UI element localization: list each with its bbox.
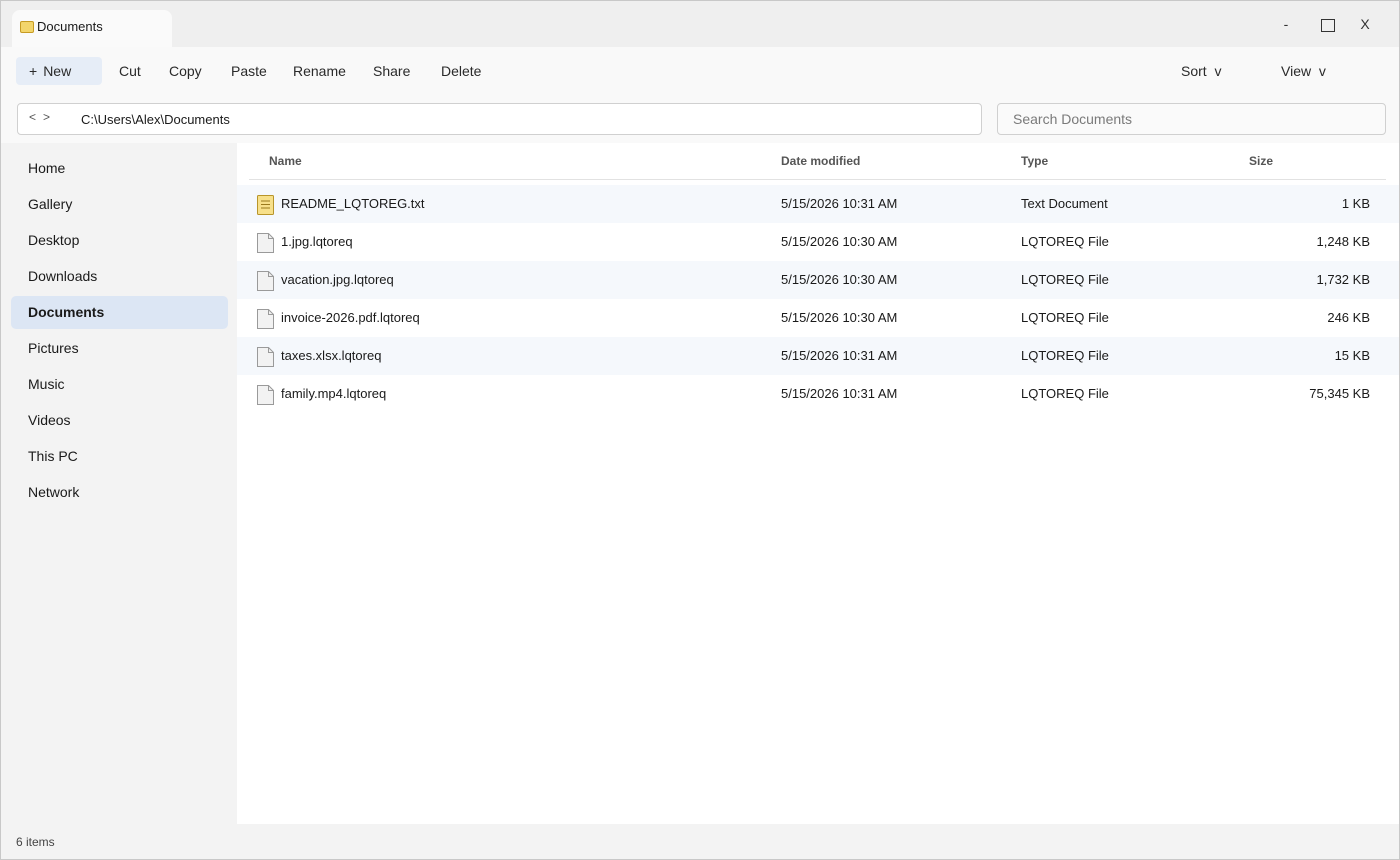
file-row[interactable]: README_LQTOREG.txt 5/15/2026 10:31 AM Te… xyxy=(237,185,1399,223)
address-path[interactable]: C:\Users\Alex\Documents xyxy=(81,112,230,127)
file-list: Name Date modified Type Size README_LQTO… xyxy=(237,143,1399,824)
file-icon xyxy=(257,233,274,253)
sidebar-item-gallery[interactable]: Gallery xyxy=(11,188,228,221)
file-type: LQTOREQ File xyxy=(1021,234,1109,249)
file-date: 5/15/2026 10:30 AM xyxy=(781,234,898,249)
file-size: 1 KB xyxy=(1341,196,1370,211)
header-divider xyxy=(249,179,1386,180)
file-name: invoice-2026.pdf.lqtoreq xyxy=(281,310,420,325)
sidebar-item-network[interactable]: Network xyxy=(11,476,228,509)
folder-icon xyxy=(20,21,34,33)
delete-button[interactable]: Delete xyxy=(437,57,485,85)
file-icon xyxy=(257,347,274,367)
view-dropdown[interactable]: View v xyxy=(1277,57,1330,85)
file-size: 15 KB xyxy=(1334,348,1370,363)
file-size: 1,732 KB xyxy=(1316,272,1371,287)
file-type: LQTOREQ File xyxy=(1021,310,1109,325)
file-row[interactable]: vacation.jpg.lqtoreq 5/15/2026 10:30 AM … xyxy=(237,261,1399,299)
item-count: 6 items xyxy=(16,835,55,849)
file-type: LQTOREQ File xyxy=(1021,348,1109,363)
address-bar[interactable]: < > C:\Users\Alex\Documents xyxy=(17,103,982,135)
maximize-icon xyxy=(1321,19,1335,32)
file-date: 5/15/2026 10:31 AM xyxy=(781,348,898,363)
tab-documents[interactable]: Documents xyxy=(12,10,172,47)
sidebar-item-pictures[interactable]: Pictures xyxy=(11,332,228,365)
sidebar-item-home[interactable]: Home xyxy=(11,152,228,185)
address-row: < > C:\Users\Alex\Documents xyxy=(1,95,1399,143)
rename-button[interactable]: Rename xyxy=(289,57,350,85)
file-type: Text Document xyxy=(1021,196,1108,211)
file-name: taxes.xlsx.lqtoreq xyxy=(281,348,382,363)
search-input[interactable] xyxy=(997,103,1386,135)
new-button[interactable]: + New xyxy=(16,57,102,85)
sort-dropdown[interactable]: Sort v xyxy=(1177,57,1225,85)
file-type: LQTOREQ File xyxy=(1021,386,1109,401)
column-header-date[interactable]: Date modified xyxy=(781,154,860,168)
maximize-button[interactable] xyxy=(1313,13,1343,37)
sidebar-item-downloads[interactable]: Downloads xyxy=(11,260,228,293)
sidebar-item-desktop[interactable]: Desktop xyxy=(11,224,228,257)
plus-icon: + xyxy=(29,63,38,79)
file-name: README_LQTOREG.txt xyxy=(281,196,425,211)
sidebar-item-music[interactable]: Music xyxy=(11,368,228,401)
share-button[interactable]: Share xyxy=(369,57,414,85)
back-button[interactable]: < xyxy=(29,110,36,124)
paste-button[interactable]: Paste xyxy=(227,57,271,85)
forward-button[interactable]: > xyxy=(43,110,50,124)
file-row[interactable]: family.mp4.lqtoreq 5/15/2026 10:31 AM LQ… xyxy=(237,375,1399,413)
file-date: 5/15/2026 10:30 AM xyxy=(781,310,898,325)
file-icon xyxy=(257,309,274,329)
file-date: 5/15/2026 10:31 AM xyxy=(781,196,898,211)
file-size: 1,248 KB xyxy=(1316,234,1371,249)
file-explorer-window: Documents - X + New Cut Copy Paste Rename… xyxy=(0,0,1400,860)
title-bar: Documents - X xyxy=(1,1,1399,47)
sidebar-item-videos[interactable]: Videos xyxy=(11,404,228,437)
file-date: 5/15/2026 10:30 AM xyxy=(781,272,898,287)
command-bar: + New Cut Copy Paste Rename Share Delete … xyxy=(1,47,1399,95)
file-row[interactable]: taxes.xlsx.lqtoreq 5/15/2026 10:31 AM LQ… xyxy=(237,337,1399,375)
tab-title: Documents xyxy=(37,19,103,34)
file-type: LQTOREQ File xyxy=(1021,272,1109,287)
file-row[interactable]: invoice-2026.pdf.lqtoreq 5/15/2026 10:30… xyxy=(237,299,1399,337)
copy-button[interactable]: Copy xyxy=(165,57,206,85)
cut-button[interactable]: Cut xyxy=(115,57,145,85)
navigation-pane: Home Gallery Desktop Downloads Documents… xyxy=(1,143,237,824)
file-size: 75,345 KB xyxy=(1309,386,1370,401)
column-header-type[interactable]: Type xyxy=(1021,154,1048,168)
file-size: 246 KB xyxy=(1327,310,1370,325)
file-icon xyxy=(257,385,274,405)
sidebar-item-this-pc[interactable]: This PC xyxy=(11,440,228,473)
column-header-size[interactable]: Size xyxy=(1249,154,1273,168)
sidebar-item-documents[interactable]: Documents xyxy=(11,296,228,329)
file-date: 5/15/2026 10:31 AM xyxy=(781,386,898,401)
file-row[interactable]: 1.jpg.lqtoreq 5/15/2026 10:30 AM LQTOREQ… xyxy=(237,223,1399,261)
new-label: New xyxy=(43,63,72,79)
close-button[interactable]: X xyxy=(1350,13,1380,37)
file-name: vacation.jpg.lqtoreq xyxy=(281,272,394,287)
file-icon xyxy=(257,271,274,291)
text-document-icon xyxy=(257,195,274,215)
file-name: 1.jpg.lqtoreq xyxy=(281,234,353,249)
file-name: family.mp4.lqtoreq xyxy=(281,386,387,401)
column-header-name[interactable]: Name xyxy=(269,154,302,168)
status-bar: 6 items xyxy=(1,824,1399,859)
minimize-button[interactable]: - xyxy=(1271,13,1301,37)
